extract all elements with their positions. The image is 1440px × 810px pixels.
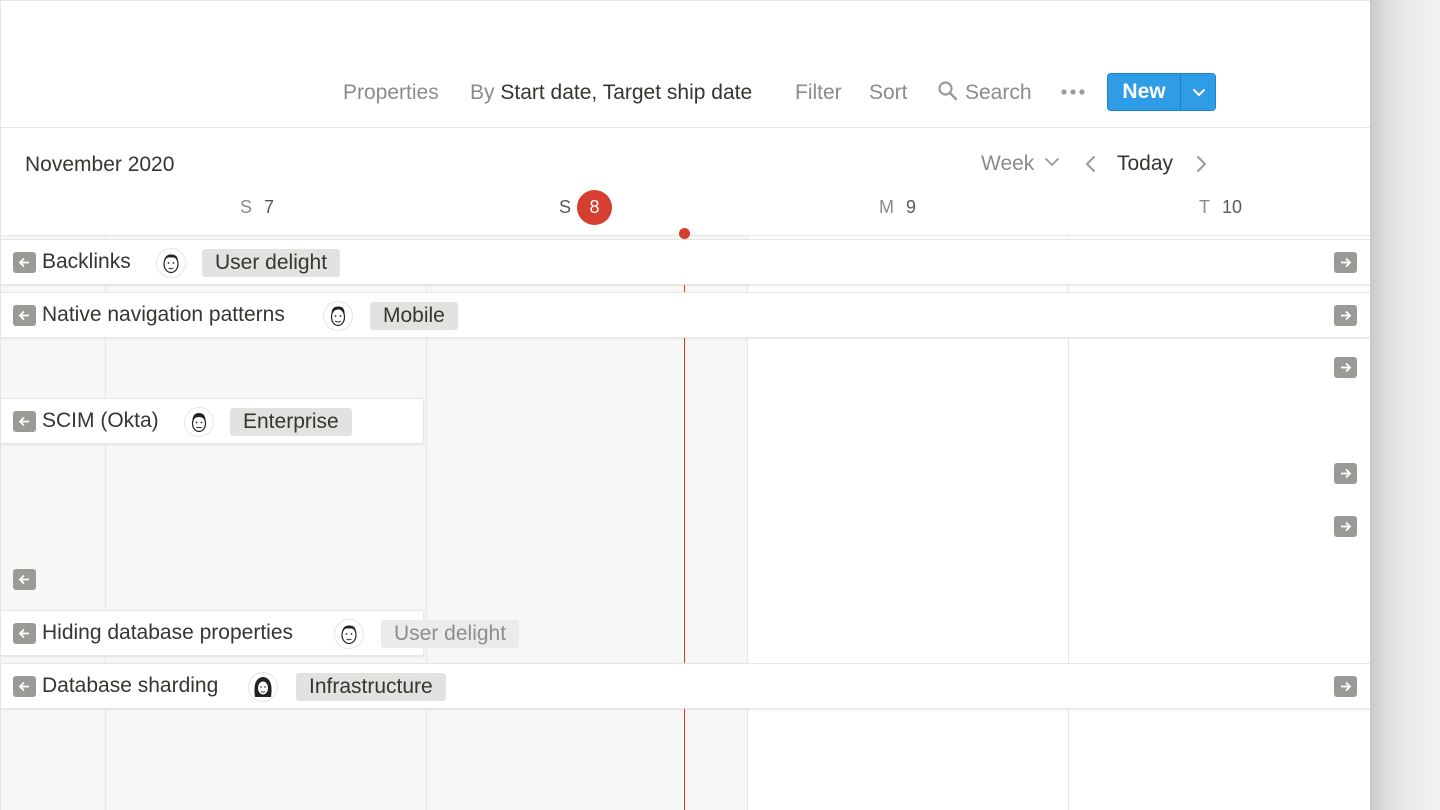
- arrow-left-icon: [18, 310, 29, 321]
- day-header-sat: S7: [240, 196, 274, 218]
- group-by-value: Start date, Target ship date: [500, 81, 753, 104]
- day-letter: T: [1199, 197, 1210, 217]
- day-header-tue: T 10: [1199, 196, 1242, 218]
- arrow-left-icon: [18, 628, 29, 639]
- toolbar-divider: [1, 127, 1370, 128]
- person-avatar-icon: [184, 407, 214, 437]
- group-by-button[interactable]: By Start date, Target ship date: [470, 80, 752, 106]
- day-header-mon: M9: [879, 196, 916, 218]
- calendar-item-card[interactable]: Native navigation patterns Mobile: [1, 292, 1370, 338]
- scroll-right-button[interactable]: [1334, 676, 1357, 697]
- search-button[interactable]: Search: [937, 80, 1032, 106]
- item-tag: Enterprise: [230, 408, 352, 436]
- scroll-right-button[interactable]: [1334, 357, 1357, 378]
- person-avatar-icon: [248, 672, 278, 702]
- current-time-dot: [679, 228, 690, 239]
- day-number: 9: [906, 197, 917, 217]
- arrow-right-icon: [1341, 257, 1352, 268]
- item-title: Hiding database properties: [42, 621, 293, 644]
- item-title: Backlinks: [42, 250, 131, 273]
- scroll-right-button[interactable]: [1334, 252, 1357, 273]
- today-button[interactable]: Today: [1117, 151, 1173, 177]
- scroll-left-button[interactable]: [13, 305, 36, 326]
- calendar-item-card[interactable]: Database sharding Infrastructure: [1, 663, 1370, 709]
- arrow-left-icon: [18, 416, 29, 427]
- calendar-item-card[interactable]: Hiding database properties User delight: [1, 610, 520, 656]
- day-number: 7: [264, 197, 275, 217]
- calendar-item-card[interactable]: SCIM (Okta) Enterprise: [1, 398, 424, 444]
- day-letter: S: [240, 197, 253, 217]
- today-date-badge: 8: [577, 190, 612, 225]
- chevron-right-icon[interactable]: [1191, 154, 1211, 174]
- group-by-prefix: By: [470, 81, 495, 104]
- arrow-right-icon: [1341, 468, 1352, 479]
- item-tag: User delight: [202, 249, 341, 277]
- scroll-left-button[interactable]: [13, 623, 36, 644]
- view-select[interactable]: Week: [981, 151, 1060, 177]
- arrow-left-icon: [18, 681, 29, 692]
- month-title: November 2020: [25, 153, 175, 176]
- calendar-item-card[interactable]: Backlinks User delight: [1, 239, 1370, 285]
- person-avatar-icon: [323, 301, 353, 331]
- scroll-left-button[interactable]: [13, 569, 36, 590]
- item-tag: User delight: [381, 620, 520, 648]
- item-tag: Infrastructure: [296, 673, 446, 701]
- scroll-left-button[interactable]: [13, 411, 36, 432]
- item-title: Native navigation patterns: [42, 303, 285, 326]
- search-icon: [938, 81, 958, 101]
- day-number: 10: [1222, 197, 1243, 217]
- person-avatar-icon: [334, 619, 364, 649]
- arrow-left-icon: [18, 574, 29, 585]
- new-button[interactable]: New: [1108, 74, 1180, 110]
- scroll-right-button[interactable]: [1334, 463, 1357, 484]
- properties-button[interactable]: Properties: [343, 80, 439, 106]
- arrow-right-icon: [1341, 521, 1352, 532]
- arrow-right-icon: [1341, 362, 1352, 373]
- search-label: Search: [965, 81, 1032, 104]
- chevron-left-icon[interactable]: [1081, 154, 1101, 174]
- arrow-right-icon: [1341, 310, 1352, 321]
- scroll-left-button[interactable]: [13, 676, 36, 697]
- view-select-label: Week: [981, 152, 1035, 175]
- calendar-app-window: Properties By Start date, Target ship da…: [0, 0, 1370, 810]
- new-button-group: New: [1107, 73, 1216, 111]
- day-letter: S: [559, 197, 572, 217]
- filter-button[interactable]: Filter: [795, 80, 842, 106]
- scroll-left-button[interactable]: [13, 252, 36, 273]
- item-tag: Mobile: [370, 302, 458, 330]
- more-horizontal-icon[interactable]: [1060, 88, 1086, 96]
- person-avatar-icon: [156, 248, 186, 278]
- sort-button[interactable]: Sort: [869, 80, 908, 106]
- window-edge-shadow: [1370, 0, 1440, 810]
- arrow-right-icon: [1341, 681, 1352, 692]
- arrow-left-icon: [18, 257, 29, 268]
- item-title: SCIM (Okta): [42, 409, 159, 432]
- chevron-down-icon: [1045, 158, 1060, 166]
- scroll-right-button[interactable]: [1334, 516, 1357, 537]
- scroll-right-button[interactable]: [1334, 305, 1357, 326]
- chevron-down-icon: [1193, 89, 1205, 96]
- day-letter: M: [879, 197, 894, 217]
- item-title: Database sharding: [42, 674, 219, 697]
- new-dropdown-button[interactable]: [1181, 74, 1215, 110]
